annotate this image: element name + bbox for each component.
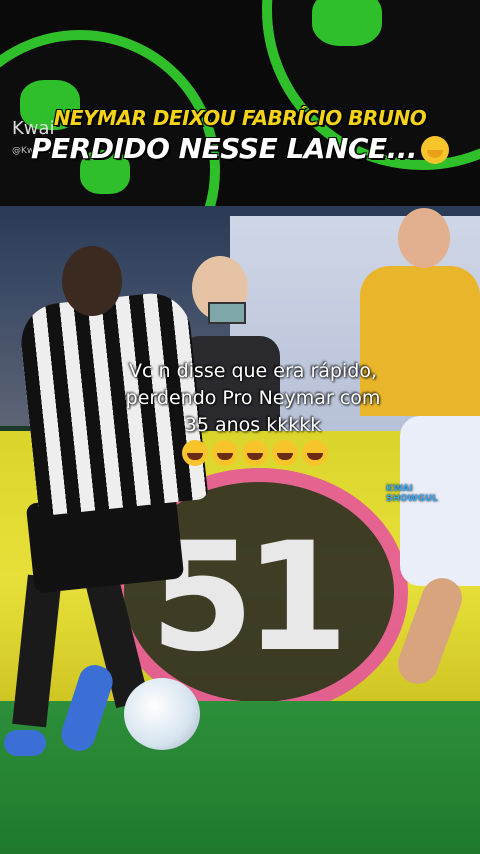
phone-graphic [208,302,246,324]
top-banner: Kwai @Kwai... NEYMAR DEIXOU FABRÍCIO BRU… [0,0,480,206]
player-head [62,246,122,316]
face-hand-over-mouth-icon [420,136,449,164]
caption-overlay: Vc n disse que era rápido, perdendo Pro … [118,358,388,466]
rolling-laughing-icon [242,439,268,466]
headline-line-2-text: PERDIDO NESSE LANCE... [31,132,417,165]
player-boot [4,730,46,756]
rolling-laughing-icon [302,439,328,466]
fan-head [398,208,450,268]
match-ball [124,678,200,750]
rolling-laughing-icon [182,439,208,466]
video-frame[interactable]: 51 Vc n disse que era rápido, perdendo P… [0,206,480,854]
caption-text: Vc n disse que era rápido, perdendo Pro … [125,360,381,436]
headline-line-1: NEYMAR DEIXOU FABRÍCIO BRUNO [53,106,427,130]
rolling-laughing-icon [212,439,238,466]
kwai-showgul-badge: KWAI SHOWGUL [386,484,438,504]
kwai-badge-line2: SHOWGUL [386,494,439,504]
laughing-emojis [178,439,328,466]
rolling-laughing-icon [272,439,298,466]
kwai-badge-line1: KWAI [386,484,413,494]
headline-line-2: PERDIDO NESSE LANCE... [0,132,480,165]
